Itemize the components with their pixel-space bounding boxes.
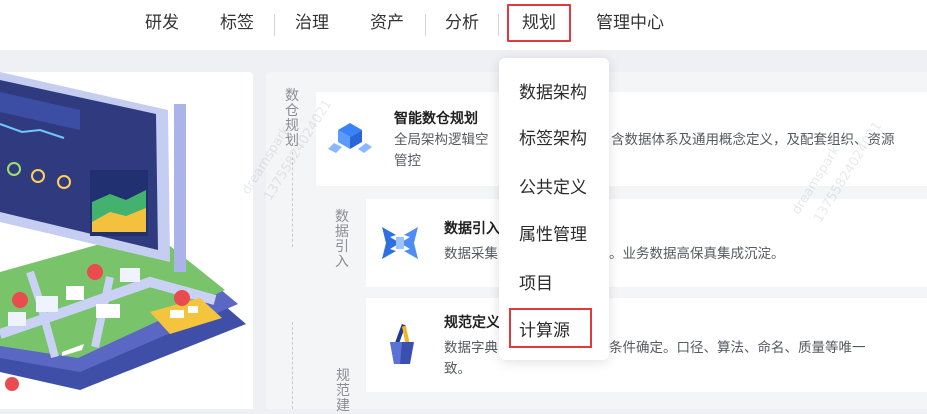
card-smart-warehouse-planning[interactable]: 智能数仓规划 全局架构逻辑空 含数据体系及通用概念定义，及配套组织、资源 管控 [316, 92, 927, 186]
menu-item-tag-architecture[interactable]: 标签架构 [519, 124, 587, 149]
menu-item-project[interactable]: 项目 [519, 269, 553, 294]
section-label-standards: 规范建 [336, 368, 350, 414]
card-title: 规范定义 [444, 315, 500, 331]
nav-separator [425, 14, 426, 36]
nav-analysis[interactable]: 分析 [440, 10, 484, 40]
card-title: 智能数仓规划 [394, 111, 478, 127]
card-desc-tail: 含数据体系及通用概念定义，及配套组织、资源 [611, 132, 895, 148]
nav-separator [498, 14, 499, 36]
hero-illustration [0, 72, 253, 409]
nav-planning[interactable]: 规划 [507, 4, 571, 42]
nav-separator [274, 14, 275, 36]
card-desc-tail: 。业务数据高保真集成沉淀。 [609, 246, 785, 262]
planning-dropdown-menu: 数据架构 标签架构 公共定义 属性管理 项目 计算源 [499, 58, 609, 360]
card-desc-line2: 致。 [444, 361, 471, 377]
cube-split-icon [328, 117, 372, 161]
top-navigation: 研发 标签 治理 资产 分析 规划 管理中心 [0, 0, 927, 50]
nav-rd[interactable]: 研发 [140, 10, 184, 40]
isometric-city-illustration [0, 72, 246, 391]
nav-governance[interactable]: 治理 [290, 10, 334, 40]
inbound-arrows-icon [378, 221, 422, 265]
menu-item-attribute-management[interactable]: 属性管理 [519, 220, 587, 245]
nav-assets[interactable]: 资产 [364, 10, 410, 40]
section-label-planning: 数仓规划 [285, 88, 299, 149]
card-desc-tail: 条件确定。口径、算法、命名、质量等唯一 [609, 340, 866, 356]
section-divider [292, 322, 293, 409]
menu-item-public-definition[interactable]: 公共定义 [519, 173, 587, 198]
section-divider [292, 152, 293, 247]
section-label-ingestion: 数据引入 [335, 209, 349, 270]
menu-item-compute-source[interactable]: 计算源 [519, 316, 570, 341]
card-title: 数据引入 [444, 221, 500, 237]
nav-tags[interactable]: 标签 [214, 10, 260, 40]
pen-cup-icon [380, 322, 424, 366]
menu-item-data-architecture[interactable]: 数据架构 [519, 78, 587, 103]
card-desc-line2: 管控 [394, 153, 421, 169]
nav-management-center[interactable]: 管理中心 [592, 10, 668, 40]
card-data-ingestion[interactable]: 数据引入 数据采集 。业务数据高保真集成沉淀。 [366, 199, 927, 287]
card-spec-definition[interactable]: 规范定义 数据字典 条件确定。口径、算法、命名、质量等唯一 致。 [366, 298, 927, 392]
